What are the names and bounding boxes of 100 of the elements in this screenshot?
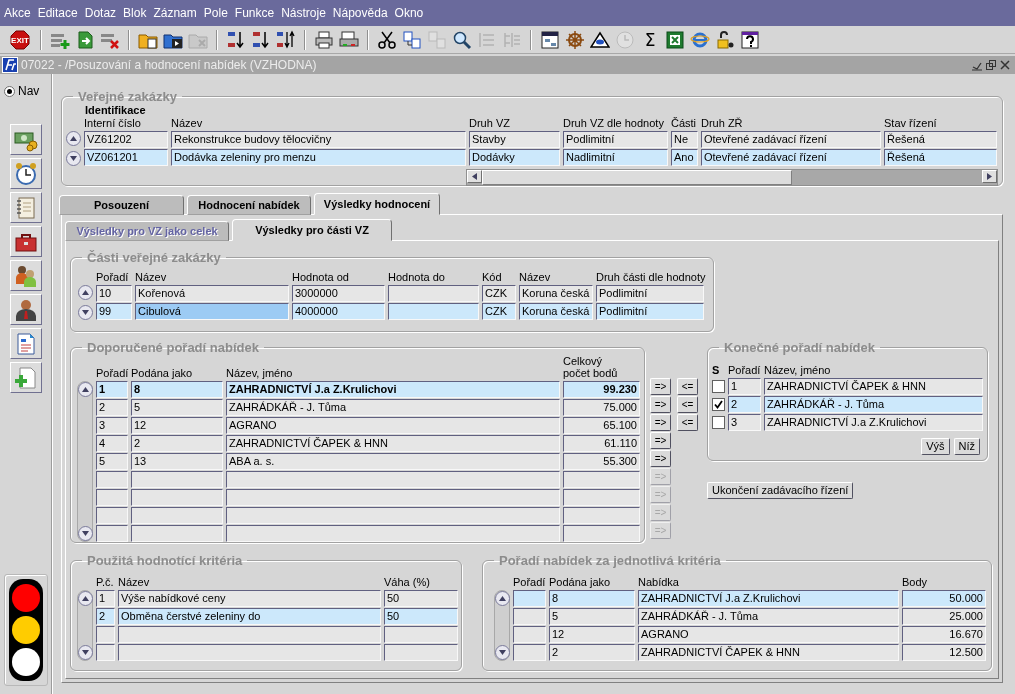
text-field[interactable]: Ne	[671, 131, 698, 148]
text-field[interactable]: 1	[96, 590, 115, 607]
text-field[interactable]: 2	[131, 435, 223, 452]
text-field[interactable]: VZ61202	[84, 131, 168, 148]
people-button[interactable]	[9, 260, 42, 291]
text-field[interactable]	[388, 303, 479, 320]
nav-radio[interactable]: Nav	[4, 84, 40, 98]
vertical-scrollbar[interactable]	[77, 381, 93, 542]
text-field[interactable]: Otevřené zadávací řízení	[701, 131, 881, 148]
text-field[interactable]	[226, 507, 560, 524]
text-field[interactable]: Koruna česká	[519, 285, 593, 302]
move-right-button[interactable]: =>	[650, 378, 671, 395]
menu-item[interactable]: Funkce	[234, 6, 275, 20]
text-field[interactable]: 8	[131, 381, 223, 398]
text-field[interactable]: ZAHRADNICTVÍ ČAPEK & HNN	[638, 644, 899, 661]
text-field[interactable]: CZK	[482, 303, 516, 320]
text-field[interactable]: 2	[549, 644, 635, 661]
scroll-down-button[interactable]	[77, 526, 93, 541]
text-field[interactable]	[118, 626, 381, 643]
text-field[interactable]	[513, 608, 546, 625]
text-field[interactable]	[96, 525, 128, 542]
text-field[interactable]: 65.100	[563, 417, 640, 434]
sort-descending-icon[interactable]	[251, 29, 271, 50]
tab[interactable]: Výsledky hodnocení	[314, 193, 440, 215]
text-field[interactable]: 2	[96, 608, 115, 625]
text-field[interactable]	[563, 471, 640, 488]
text-field[interactable]	[131, 507, 223, 524]
text-field[interactable]: 10	[96, 285, 132, 302]
text-field[interactable]: 61.110	[563, 435, 640, 452]
scroll-up-button[interactable]	[77, 382, 93, 397]
eye-icon[interactable]	[590, 29, 610, 50]
text-field[interactable]: ZAHRADNICTVÍ J.a Z.Krulichovi	[638, 590, 899, 607]
text-field[interactable]: AGRANO	[226, 417, 560, 434]
text-field[interactable]: Podlimitní	[596, 285, 704, 302]
scroll-down-button[interactable]	[65, 151, 81, 166]
document-button[interactable]	[9, 328, 42, 359]
text-field[interactable]: 5	[96, 453, 128, 470]
text-field[interactable]	[563, 525, 640, 542]
sort-ascending-icon[interactable]	[226, 29, 246, 50]
text-field[interactable]: 3	[728, 414, 761, 431]
restore-icon[interactable]	[985, 59, 997, 71]
scroll-up-button[interactable]	[65, 131, 81, 146]
move-button[interactable]: Níž	[953, 438, 980, 455]
scroll-down-button[interactable]	[494, 645, 510, 660]
text-field[interactable]: Otevřené zadávací řízení	[701, 149, 881, 166]
menu-item[interactable]: Dotaz	[84, 6, 117, 20]
form-icon[interactable]	[540, 29, 560, 50]
scroll-up-button[interactable]	[77, 591, 93, 606]
text-field[interactable]	[563, 507, 640, 524]
menu-item[interactable]: Nástroje	[281, 6, 326, 20]
text-field[interactable]: Kořenová	[135, 285, 289, 302]
text-field[interactable]: Dodávky	[469, 149, 560, 166]
text-field[interactable]: 50.000	[902, 590, 986, 607]
menu-item[interactable]: Záznam	[153, 6, 197, 20]
text-field[interactable]: ZAHRADNICTVÍ ČAPEK & HNN	[226, 435, 560, 452]
tab[interactable]: Posouzení	[59, 195, 184, 215]
text-field[interactable]	[131, 471, 223, 488]
tab[interactable]: Výsledky pro části VZ	[232, 219, 392, 241]
text-field[interactable]	[96, 489, 128, 506]
text-field[interactable]: Nadlimitní	[563, 149, 668, 166]
text-field[interactable]: 50	[384, 590, 458, 607]
move-left-button[interactable]: <=	[677, 378, 698, 395]
text-field[interactable]	[96, 626, 115, 643]
scroll-right-button[interactable]	[982, 170, 997, 183]
menu-item[interactable]: Pole	[203, 6, 228, 20]
scroll-up-button[interactable]	[494, 591, 510, 606]
text-field[interactable]: 3000000	[292, 285, 385, 302]
scrollbar-thumb[interactable]	[482, 170, 792, 185]
printer-icon[interactable]	[314, 29, 334, 50]
move-right-button[interactable]: =>	[650, 396, 671, 413]
text-field[interactable]: Ano	[671, 149, 698, 166]
text-field[interactable]: 1	[96, 381, 128, 398]
menu-item[interactable]: Blok	[123, 6, 147, 20]
scroll-down-button[interactable]	[77, 305, 93, 320]
text-field[interactable]: Cibulová	[135, 303, 289, 320]
text-field[interactable]	[563, 489, 640, 506]
text-field[interactable]: Rekonstrukce budovy tělocvičny	[171, 131, 466, 148]
text-field[interactable]	[226, 471, 560, 488]
text-field[interactable]: 55.300	[563, 453, 640, 470]
text-field[interactable]: ZAHRÁDKÁŘ - J. Tůma	[638, 608, 899, 625]
text-field[interactable]: VZ061201	[84, 149, 168, 166]
move-right-button[interactable]: =>	[650, 414, 671, 431]
text-field[interactable]	[131, 489, 223, 506]
text-field[interactable]	[384, 626, 458, 643]
sum-icon[interactable]: Σ	[640, 29, 660, 50]
scroll-up-button[interactable]	[77, 285, 93, 300]
checkbox[interactable]	[712, 380, 725, 393]
text-field[interactable]	[513, 644, 546, 661]
close-icon[interactable]	[999, 59, 1011, 71]
text-field[interactable]	[96, 471, 128, 488]
text-field[interactable]: 8	[549, 590, 635, 607]
text-field[interactable]: 12	[131, 417, 223, 434]
finish-procurement-button[interactable]: Ukončení zadávacího řízení	[707, 482, 854, 499]
add-document-button[interactable]	[9, 362, 42, 393]
menu-item[interactable]: Akce	[4, 6, 31, 20]
toolbox-button[interactable]	[9, 226, 42, 257]
move-button[interactable]: Výš	[921, 438, 950, 455]
text-field[interactable]	[118, 644, 381, 661]
text-field[interactable]: ZAHRADNICTVÍ J.a Z.Krulichovi	[226, 381, 560, 398]
text-field[interactable]: 99	[96, 303, 132, 320]
